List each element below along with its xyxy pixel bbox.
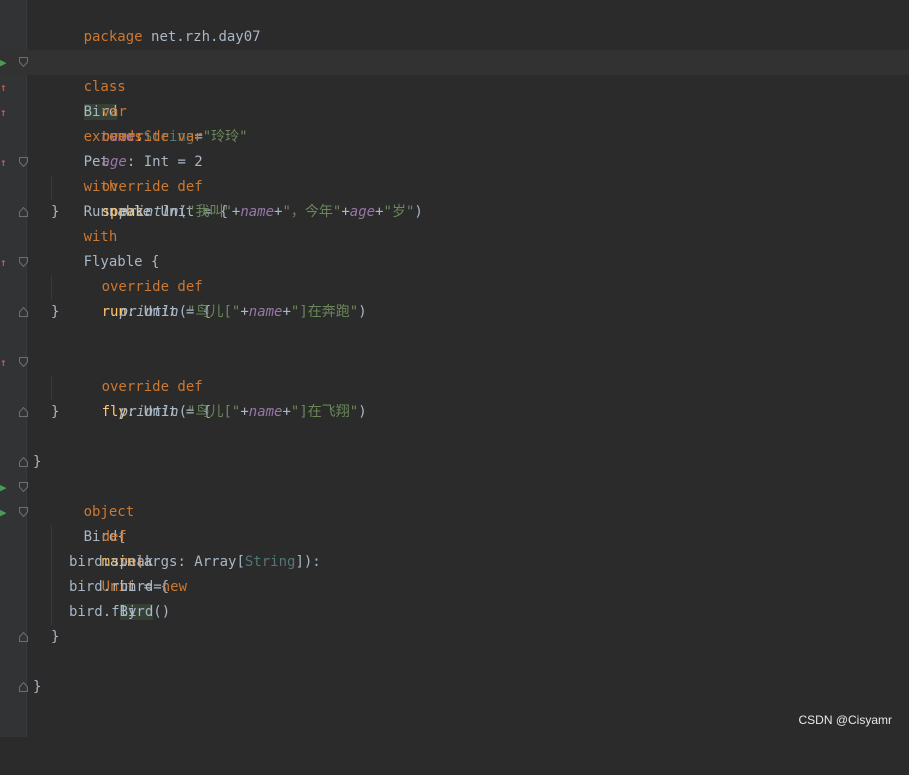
fold-toggle-icon[interactable]	[19, 357, 28, 367]
method-call: bird.speak	[69, 554, 154, 570]
code-line[interactable]: bird.run	[0, 575, 909, 600]
watermark: CSDN @Cisyamr	[798, 713, 892, 727]
code-line[interactable]: }	[0, 625, 909, 650]
code-line[interactable]: ↑ var name:String="玲玲"	[0, 75, 909, 145]
code-line[interactable]: println("鸟儿["+name+"]在奔跑")	[0, 275, 909, 320]
fold-end-icon[interactable]	[19, 407, 28, 417]
fold-toggle-icon[interactable]	[19, 257, 28, 267]
code-line[interactable]: ▶ object Bird{	[0, 475, 909, 545]
run-gutter-icon[interactable]: ▶	[0, 500, 6, 525]
code-line-current[interactable]: ▶ class Bird extends Pet with Runnable w…	[0, 50, 909, 270]
code-line[interactable]: ↑ override var age: Int = 2	[0, 100, 909, 170]
code-line[interactable]: val bird=new Bird()	[0, 525, 909, 620]
brace: }	[33, 454, 42, 470]
code-line[interactable]: ▶ def main(args: Array[String]): Unit = …	[0, 500, 909, 595]
code-editor[interactable]: package net.rzh.day07 ▶ class Bird exten…	[0, 0, 909, 737]
implements-gutter-icon[interactable]: ↑	[0, 350, 7, 375]
code-line[interactable]: }	[0, 200, 909, 225]
keyword-package: package	[83, 29, 143, 45]
fold-toggle-icon[interactable]	[19, 482, 28, 492]
code-line[interactable]: package net.rzh.day07	[0, 0, 909, 45]
code-line[interactable]: }	[0, 675, 909, 700]
brace: }	[51, 204, 60, 220]
implements-gutter-icon[interactable]: ↑	[0, 75, 7, 100]
code-line[interactable]: }	[0, 300, 909, 325]
brace: }	[51, 629, 60, 645]
implements-gutter-icon[interactable]: ↑	[0, 100, 7, 125]
code-line[interactable]: println("鸟儿["+name+"]在飞翔")	[0, 375, 909, 420]
fold-end-icon[interactable]	[19, 632, 28, 642]
code-line[interactable]: ↑ override def run: Unit = {	[0, 250, 909, 320]
brace: }	[51, 404, 60, 420]
package-name: net.rzh.day07	[142, 29, 261, 45]
method-call: bird.run	[69, 579, 137, 595]
fold-toggle-icon[interactable]	[19, 507, 28, 517]
code-line[interactable]: ↑ override def speak: Unit = {	[0, 150, 909, 220]
method-call: bird.fly	[69, 604, 137, 620]
code-line[interactable]: ↑ override def fly: Unit = {	[0, 350, 909, 420]
brace: }	[33, 679, 42, 695]
code-line[interactable]: println("我叫"+name+"，今年"+age+"岁")	[0, 175, 909, 220]
code-line[interactable]: bird.speak	[0, 550, 909, 575]
code-line[interactable]: }	[0, 400, 909, 425]
implements-gutter-icon[interactable]: ↑	[0, 150, 7, 175]
fold-end-icon[interactable]	[19, 207, 28, 217]
string-literal: "玲玲"	[202, 129, 248, 145]
fold-end-icon[interactable]	[19, 457, 28, 467]
fold-toggle-icon[interactable]	[19, 157, 28, 167]
fold-end-icon[interactable]	[19, 307, 28, 317]
fold-toggle-icon[interactable]	[19, 57, 28, 67]
fold-end-icon[interactable]	[19, 682, 28, 692]
implements-gutter-icon[interactable]: ↑	[0, 250, 7, 275]
brace: }	[51, 304, 60, 320]
keyword-override-var: override var	[101, 129, 203, 145]
run-gutter-icon[interactable]: ▶	[0, 475, 6, 500]
run-gutter-icon[interactable]: ▶	[0, 50, 6, 75]
code-line[interactable]: }	[0, 450, 909, 475]
code-line[interactable]: bird.fly	[0, 600, 909, 625]
